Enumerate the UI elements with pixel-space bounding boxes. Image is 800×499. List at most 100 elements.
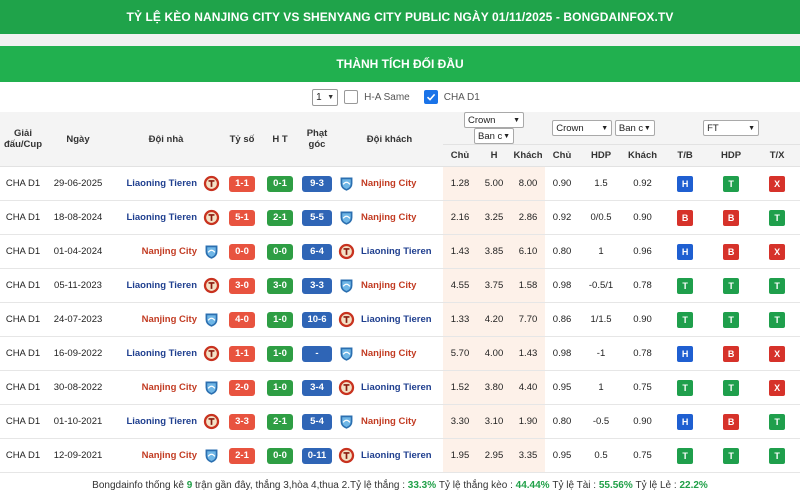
score-badge[interactable]: 2-1 <box>229 447 255 464</box>
col-halftime: H T <box>262 112 298 167</box>
cell-result-hdp: B <box>708 200 755 235</box>
cell-corner: 3-3 <box>298 268 336 303</box>
match-row[interactable]: CHA D1 01-04-2024 Nanjing City 0-0 0-0 6-4 Lia… <box>0 234 800 269</box>
ha-same-checkbox[interactable] <box>344 90 359 104</box>
away-team-name[interactable]: Liaoning Tieren <box>361 450 432 461</box>
home-team-name[interactable]: Nanjing City <box>142 450 197 461</box>
match-row[interactable]: CHA D1 05-11-2023 Liaoning Tieren 3-0 3-0 3-3… <box>0 268 800 303</box>
league-filter-checkbox[interactable] <box>423 90 438 104</box>
chevron-down-icon: ▼ <box>748 124 756 132</box>
away-team-name[interactable]: Nanjing City <box>361 280 416 291</box>
cell-score: 1-1 <box>222 166 262 201</box>
odds2-home-value: 0.95 <box>545 370 580 405</box>
result-tx-badge: T <box>769 447 786 464</box>
liaoning-tieren-logo-icon <box>203 209 220 226</box>
chevron-down-icon: ▼ <box>513 116 521 124</box>
cell-home: Nanjing City <box>110 234 222 269</box>
match-row[interactable]: CHA D1 01-10-2021 Liaoning Tieren 3-3 2-1 5-4… <box>0 404 800 439</box>
away-team-name[interactable]: Nanjing City <box>361 416 416 427</box>
odds2-hdp-value: 1 <box>579 234 624 269</box>
match-row[interactable]: CHA D1 16-09-2022 Liaoning Tieren 1-1 1-0- Na… <box>0 336 800 371</box>
away-team-name[interactable]: Nanjing City <box>361 178 416 189</box>
away-team-name[interactable]: Liaoning Tieren <box>361 314 432 325</box>
odds1-home-value: 1.95 <box>443 438 477 473</box>
liaoning-tieren-logo-icon <box>338 379 355 396</box>
cell-corner: 5-5 <box>298 200 336 235</box>
home-team-name[interactable]: Liaoning Tieren <box>126 178 197 189</box>
cell-away: Liaoning Tieren <box>336 370 443 405</box>
cell-date: 16-09-2022 <box>46 336 110 371</box>
cell-league: CHA D1 <box>0 234 46 269</box>
score-badge[interactable]: 4-0 <box>229 311 255 328</box>
home-team-name[interactable]: Liaoning Tieren <box>126 416 197 427</box>
score-badge[interactable]: 2-0 <box>229 379 255 396</box>
away-team-name[interactable]: Liaoning Tieren <box>361 382 432 393</box>
home-team-name[interactable]: Liaoning Tieren <box>126 348 197 359</box>
home-team-name[interactable]: Nanjing City <box>142 246 197 257</box>
cell-result-tx: T <box>754 200 800 235</box>
odds1-type-select[interactable]: Ban c ▼ <box>474 128 515 144</box>
cell-away: Liaoning Tieren <box>336 438 443 473</box>
summary-text-4: Tỷ lệ Lẻ : <box>635 480 677 491</box>
odds2-home-value: 0.92 <box>545 200 580 235</box>
odds2-type-select[interactable]: Ban c ▼ <box>614 120 655 136</box>
result-hdp-badge: B <box>723 209 740 226</box>
odds2-bookmaker-select[interactable]: Crown ▼ <box>552 120 613 136</box>
home-team-name[interactable]: Liaoning Tieren <box>126 212 197 223</box>
cell-halftime: 3-0 <box>262 268 298 303</box>
cell-result-hdp: B <box>708 404 755 439</box>
nanjing-city-logo-icon <box>340 279 353 293</box>
corner-badge: 9-3 <box>302 175 332 192</box>
away-team-name[interactable]: Nanjing City <box>361 348 416 359</box>
home-team-name[interactable]: Nanjing City <box>142 314 197 325</box>
cell-date: 24-07-2023 <box>46 302 110 337</box>
cell-home: Liaoning Tieren <box>110 166 222 201</box>
cell-corner: 10-6 <box>298 302 336 337</box>
score-badge[interactable]: 1-1 <box>229 175 255 192</box>
match-count-select[interactable]: 1 ▼ <box>312 88 339 106</box>
odds1-draw-value: 3.10 <box>477 404 511 439</box>
score-badge[interactable]: 5-1 <box>229 209 255 226</box>
score-badge[interactable]: 3-0 <box>229 277 255 294</box>
match-row[interactable]: CHA D1 12-09-2021 Nanjing City 2-1 0-0 0-11 Li… <box>0 438 800 473</box>
odds2-away-value: 0.90 <box>623 404 663 439</box>
home-team-name[interactable]: Liaoning Tieren <box>126 280 197 291</box>
match-row[interactable]: CHA D1 18-08-2024 Liaoning Tieren 5-1 2-1 5-5… <box>0 200 800 235</box>
cell-away: Liaoning Tieren <box>336 302 443 337</box>
odds2-hdp-value: -1 <box>579 336 624 371</box>
halftime-badge: 0-0 <box>267 243 293 260</box>
cell-date: 05-11-2023 <box>46 268 110 303</box>
cell-league: CHA D1 <box>0 370 46 405</box>
odds1-draw-value: 5.00 <box>477 166 511 201</box>
result-hdp-badge: T <box>723 277 740 294</box>
odds1-away-value: 7.70 <box>511 302 546 337</box>
cell-score: 1-1 <box>222 336 262 371</box>
liaoning-tieren-logo-icon <box>203 175 220 192</box>
away-team-name[interactable]: Liaoning Tieren <box>361 246 432 257</box>
nanjing-city-logo-icon <box>205 449 218 463</box>
odds2-hdp-value: -0.5 <box>579 404 624 439</box>
cell-result-tx: T <box>754 404 800 439</box>
corner-badge: 5-4 <box>302 413 332 430</box>
score-badge[interactable]: 1-1 <box>229 345 255 362</box>
odds1-bookmaker-select[interactable]: Crown ▼ <box>464 112 525 128</box>
liaoning-tieren-logo-icon <box>203 345 220 362</box>
cell-home: Liaoning Tieren <box>110 200 222 235</box>
away-team-name[interactable]: Nanjing City <box>361 212 416 223</box>
result-period-select[interactable]: FT ▼ <box>703 120 760 136</box>
odds2-home-value: 0.90 <box>545 166 580 201</box>
match-row[interactable]: CHA D1 24-07-2023 Nanjing City 4-0 1-0 10-6 Li… <box>0 302 800 337</box>
score-badge[interactable]: 3-3 <box>229 413 255 430</box>
cell-halftime: 0-0 <box>262 438 298 473</box>
match-row[interactable]: CHA D1 30-08-2022 Nanjing City 2-0 1-0 3-4 Lia… <box>0 370 800 405</box>
cell-result-tb: B <box>662 200 709 235</box>
home-team-name[interactable]: Nanjing City <box>142 382 197 393</box>
cell-home: Liaoning Tieren <box>110 336 222 371</box>
odds2-home-value: 0.95 <box>545 438 580 473</box>
score-badge[interactable]: 0-0 <box>229 243 255 260</box>
cell-halftime: 2-1 <box>262 200 298 235</box>
liaoning-tieren-logo-icon <box>338 447 355 464</box>
odds1-away-value: 6.10 <box>511 234 546 269</box>
match-row[interactable]: CHA D1 29-06-2025 Liaoning Tieren 1-1 0-1 9-3… <box>0 166 800 201</box>
corner-badge: - <box>302 345 332 362</box>
